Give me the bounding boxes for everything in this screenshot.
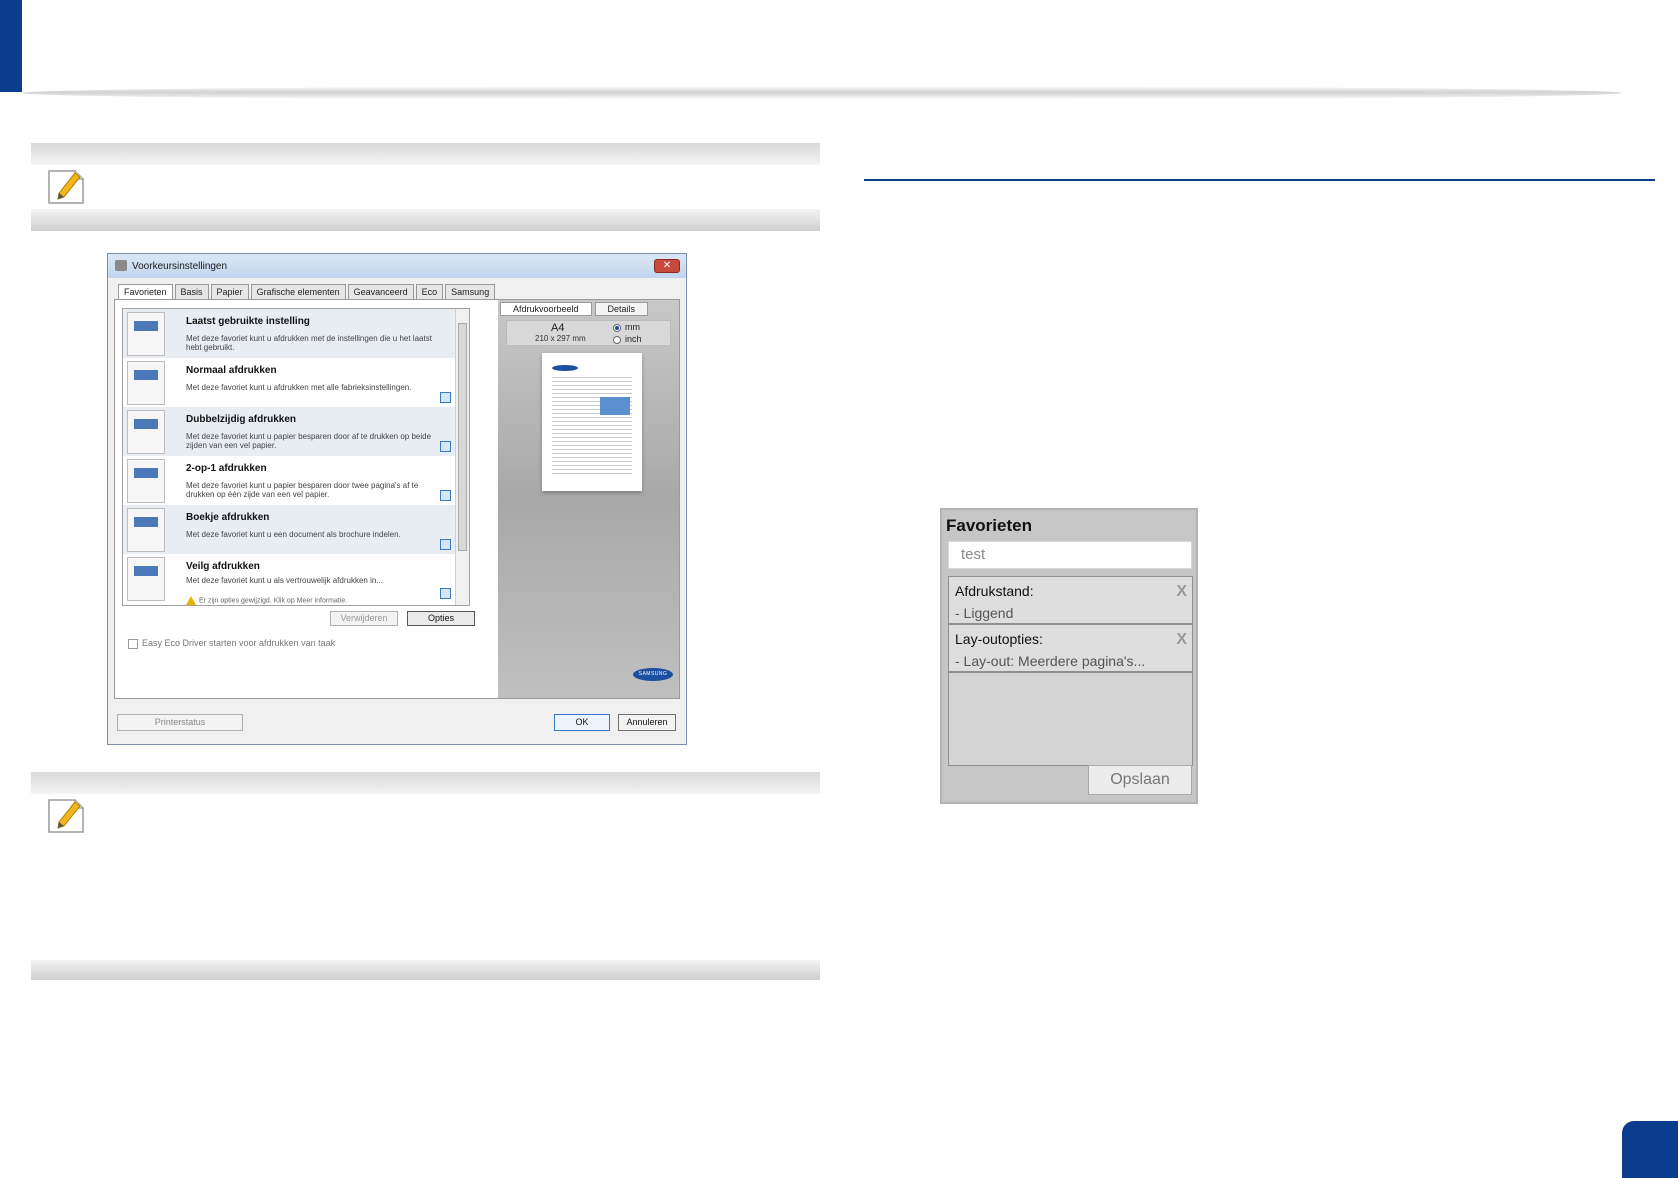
list-item[interactable]: Veilg afdrukken Met deze favoriet kunt u… — [123, 554, 455, 605]
favorites-panel: Favorieten test Afdrukstand: - Liggend X… — [940, 508, 1198, 804]
header-rule — [22, 86, 1622, 100]
setting-label: Afdrukstand: — [955, 583, 1034, 599]
tab-grafische-elementen[interactable]: Grafische elementen — [250, 284, 346, 300]
close-button[interactable]: ✕ — [654, 259, 680, 273]
preview-tabs: Afdrukvoorbeeld Details — [500, 302, 651, 316]
unit-mm-label: mm — [625, 322, 640, 332]
edit-icon[interactable] — [440, 588, 451, 599]
dialog-titlebar: Voorkeursinstellingen ✕ — [108, 254, 686, 278]
dialog-title: Voorkeursinstellingen — [132, 261, 228, 272]
favorite-desc: Met deze favoriet kunt u papier besparen… — [186, 432, 432, 450]
dialog-body: Laatst gebruikte instelling Met deze fav… — [114, 299, 680, 699]
warning-icon — [186, 596, 196, 605]
favorite-thumbnail — [127, 361, 165, 405]
favorite-name: Boekje afdrukken — [186, 512, 270, 523]
tab-afdrukvoorbeeld[interactable]: Afdrukvoorbeeld — [500, 302, 592, 316]
favorites-panel-title: Favorieten — [946, 516, 1032, 535]
favorite-desc: Met deze favoriet kunt u papier besparen… — [186, 481, 419, 499]
unit-inch-label: inch — [625, 334, 642, 344]
eco-driver-checkbox[interactable] — [128, 639, 138, 649]
note-pencil-icon — [48, 170, 84, 204]
paper-size: A4 — [551, 322, 565, 334]
preview-page — [542, 353, 642, 491]
favorite-name: Veilg afdrukken — [186, 561, 260, 572]
favorite-desc: Met deze favoriet kunt u afdrukken met a… — [186, 383, 412, 392]
note-band-bottom — [31, 209, 820, 231]
tab-favorieten[interactable]: Favorieten — [118, 284, 173, 300]
list-item[interactable]: Laatst gebruikte instelling Met deze fav… — [123, 309, 455, 358]
setting-label: Lay-outopties: — [955, 631, 1043, 647]
favorite-desc: Met deze favoriet kunt u als vertrouweli… — [186, 576, 383, 585]
samsung-logo: SAMSUNG — [633, 668, 673, 681]
list-item[interactable]: Dubbelzijdig afdrukken Met deze favoriet… — [123, 407, 455, 456]
preview-pane: Afdrukvoorbeeld Details A4 210 x 297 mm … — [498, 300, 679, 698]
tab-papier[interactable]: Papier — [210, 284, 249, 300]
warning-text: Er zijn opties gewijzigd. Klik op Meer i… — [199, 597, 348, 605]
ok-button[interactable]: OK — [554, 714, 610, 731]
tab-eco[interactable]: Eco — [415, 284, 444, 300]
setting-value: - Liggend — [955, 605, 1014, 621]
remove-button[interactable]: Verwijderen — [330, 611, 398, 626]
list-item[interactable]: 2-op-1 afdrukken Met deze favoriet kunt … — [123, 456, 455, 505]
favorite-name: Normaal afdrukken — [186, 365, 277, 376]
note-band-top — [31, 143, 820, 165]
scroll-thumb[interactable] — [458, 323, 467, 551]
favorite-name: 2-op-1 afdrukken — [186, 463, 267, 474]
preview-logo — [552, 365, 578, 371]
list-item[interactable]: Normaal afdrukken Met deze favoriet kunt… — [123, 358, 455, 407]
tab-geavanceerd[interactable]: Geavanceerd — [347, 284, 414, 300]
tab-basis[interactable]: Basis — [174, 284, 209, 300]
list-scrollbar[interactable] — [455, 309, 469, 605]
unit-mm-radio[interactable] — [613, 324, 621, 332]
header-accent-bar — [0, 0, 22, 92]
paper-info: A4 210 x 297 mm mm inch — [506, 320, 671, 346]
favorite-desc: Met deze favoriet kunt u een document al… — [186, 530, 401, 539]
favorite-thumbnail — [127, 459, 165, 503]
cancel-button[interactable]: Annuleren — [618, 714, 676, 731]
edit-icon[interactable] — [440, 539, 451, 550]
list-item: Afdrukstand: - Liggend X — [949, 577, 1192, 625]
favorite-thumbnail — [127, 410, 165, 454]
preview-image — [600, 397, 630, 415]
printer-status-button[interactable]: Printerstatus — [117, 714, 243, 731]
section-rule — [864, 179, 1655, 181]
preview-text-lines — [552, 377, 632, 477]
preferences-dialog: Voorkeursinstellingen ✕ Favorieten Basis… — [107, 253, 687, 745]
remove-setting-button[interactable]: X — [1176, 583, 1187, 601]
unit-inch-radio[interactable] — [613, 336, 621, 344]
note-band-top — [31, 772, 820, 794]
note-pencil-icon — [48, 799, 84, 833]
favorite-warning: Er zijn opties gewijzigd. Klik op Meer i… — [186, 596, 347, 605]
lock-thumbnail — [127, 557, 165, 601]
dialog-tabs: Favorieten Basis Papier Grafische elemen… — [118, 284, 497, 300]
favorite-settings-list: Afdrukstand: - Liggend X Lay-outopties: … — [948, 576, 1193, 766]
favorite-name-input[interactable]: test — [948, 541, 1192, 569]
tab-samsung[interactable]: Samsung — [445, 284, 496, 300]
list-item[interactable]: Boekje afdrukken Met deze favoriet kunt … — [123, 505, 455, 554]
printer-icon — [115, 260, 127, 271]
favorite-name: Laatst gebruikte instelling — [186, 316, 310, 327]
save-button[interactable]: Opslaan — [1088, 765, 1192, 795]
edit-icon[interactable] — [440, 490, 451, 501]
favorites-list: Laatst gebruikte instelling Met deze fav… — [122, 308, 470, 606]
edit-icon[interactable] — [440, 441, 451, 452]
note-band-bottom — [31, 960, 820, 980]
tab-details[interactable]: Details — [594, 302, 649, 316]
favorite-thumbnail — [127, 508, 165, 552]
note-box-bottom — [31, 772, 820, 980]
list-item: Lay-outopties: - Lay-out: Meerdere pagin… — [949, 625, 1192, 673]
note-box-top — [31, 143, 820, 231]
setting-value: - Lay-out: Meerdere pagina's... — [955, 653, 1146, 669]
eco-driver-label: Easy Eco Driver starten voor afdrukken v… — [142, 638, 336, 648]
remove-setting-button[interactable]: X — [1176, 631, 1187, 649]
edit-icon[interactable] — [440, 392, 451, 403]
favorite-name: Dubbelzijdig afdrukken — [186, 414, 297, 425]
favorite-thumbnail — [127, 312, 165, 356]
favorite-desc: Met deze favoriet kunt u afdrukken met d… — [186, 334, 432, 352]
page-number-tab — [1622, 1121, 1678, 1178]
paper-dimensions: 210 x 297 mm — [535, 334, 586, 343]
options-button[interactable]: Opties — [407, 611, 475, 626]
